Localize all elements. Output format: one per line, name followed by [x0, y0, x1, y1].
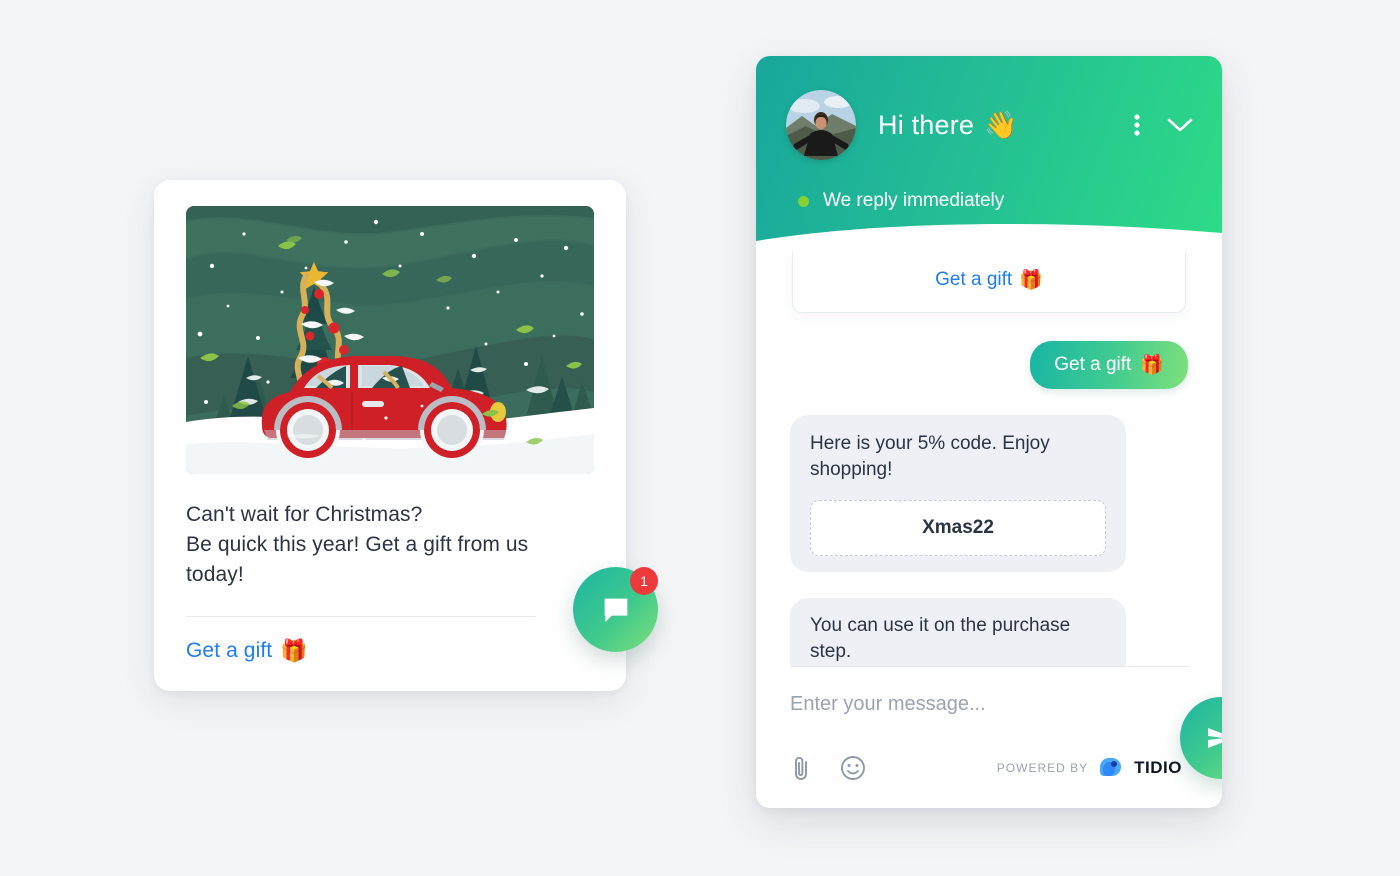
paperclip-icon[interactable] — [790, 754, 812, 782]
composer-tools — [790, 754, 866, 782]
bot-message-bubble: Here is your 5% code. Enjoy shopping! Xm… — [790, 415, 1126, 572]
message-composer: POWERED BY TIDIO — [756, 666, 1222, 808]
chevron-down-icon[interactable] — [1166, 116, 1194, 134]
smiley-icon[interactable] — [840, 755, 866, 781]
chat-widget: Hi there 👋 We reply immediately Get a gi… — [756, 56, 1222, 808]
user-message-text: Get a gift — [1054, 354, 1132, 375]
status-dot-icon — [798, 195, 809, 207]
promo-get-a-gift-link[interactable]: Get a gift 🎁 — [186, 638, 308, 664]
card-message: Get a gift 🎁 — [792, 251, 1186, 313]
card-link-label: Get a gift — [935, 269, 1013, 290]
promo-headline-line-2: Be quick this year! Get a gift from us — [186, 533, 529, 556]
wave-icon: 👋 — [984, 110, 1018, 140]
gift-icon: 🎁 — [1140, 355, 1164, 376]
message-row-bot-note: You can use it on the purchase step. — [790, 598, 1188, 666]
message-row-user: Get a gift 🎁 — [790, 341, 1188, 389]
page-root: Can't wait for Christmas? Be quick this … — [0, 0, 1400, 876]
widget-header: Hi there 👋 We reply immediately — [756, 56, 1222, 253]
gift-icon: 🎁 — [280, 638, 308, 663]
send-icon — [1208, 728, 1222, 748]
composer-divider — [790, 666, 1188, 667]
user-message-bubble: Get a gift 🎁 — [1030, 341, 1188, 389]
gift-icon: 🎁 — [1019, 270, 1043, 291]
christmas-car-illustration — [186, 206, 594, 474]
powered-by-tidio: POWERED BY TIDIO — [997, 757, 1182, 779]
promo-divider — [186, 616, 536, 617]
bot-message-bubble: You can use it on the purchase step. — [790, 598, 1126, 666]
tidio-logo-icon — [1100, 758, 1122, 776]
message-list: Get a gift 🎁 Get a gift 🎁 Here is your 5… — [756, 251, 1222, 666]
chat-bubble-icon — [604, 598, 627, 622]
promo-headline-line-1: Can't wait for Christmas? — [186, 503, 423, 526]
tidio-wordmark: TIDIO — [1134, 758, 1182, 777]
discount-code-value: Xmas22 — [922, 517, 994, 538]
chat-launcher-button[interactable]: 1 — [573, 567, 658, 652]
widget-title: Hi there 👋 — [878, 109, 1134, 141]
message-input[interactable] — [790, 693, 1188, 722]
promo-link-label: Get a gift — [186, 639, 273, 662]
widget-title-text: Hi there — [878, 109, 975, 140]
promo-headline: Can't wait for Christmas? Be quick this … — [186, 500, 594, 590]
more-vertical-icon[interactable] — [1134, 113, 1140, 137]
promo-card: Can't wait for Christmas? Be quick this … — [154, 180, 626, 691]
bot-message-text: Here is your 5% code. Enjoy shopping! — [810, 433, 1050, 480]
header-wave-divider — [756, 223, 1222, 253]
promo-headline-line-3: today! — [186, 563, 244, 586]
status-text: We reply immediately — [823, 190, 1005, 211]
card-get-a-gift-link[interactable]: Get a gift 🎁 — [935, 268, 1043, 292]
header-top-row: Hi there 👋 — [756, 56, 1222, 160]
composer-toolbar: POWERED BY TIDIO — [790, 754, 1188, 782]
agent-status: We reply immediately — [756, 160, 1222, 212]
header-actions — [1134, 113, 1194, 137]
message-row-bot-code: Here is your 5% code. Enjoy shopping! Xm… — [790, 415, 1188, 572]
bot-message-text: You can use it on the purchase step. — [810, 615, 1071, 662]
powered-by-label: POWERED BY — [996, 761, 1089, 775]
discount-code-box[interactable]: Xmas22 — [810, 500, 1106, 556]
unread-count: 1 — [640, 573, 648, 589]
agent-avatar[interactable] — [786, 90, 856, 160]
unread-badge: 1 — [630, 567, 658, 595]
